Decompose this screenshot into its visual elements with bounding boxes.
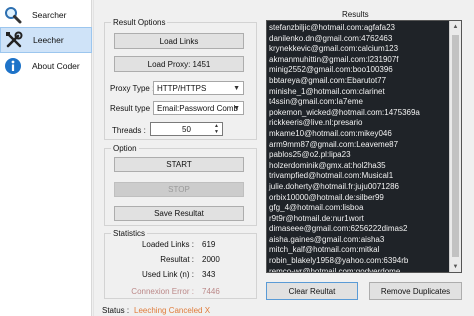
proxy-type-select[interactable]: HTTP/HTTPS ▼ <box>153 81 244 95</box>
chevron-down-icon: ▼ <box>233 105 240 112</box>
stat-resultat-label: Resultat : <box>160 255 194 264</box>
clear-resultat-button[interactable]: Clear Reultat <box>266 282 358 300</box>
threads-label: Threads : <box>112 126 146 135</box>
sidebar-item-label: Searcher <box>32 10 67 20</box>
start-button[interactable]: START <box>114 157 244 172</box>
group-title: Statistics <box>111 229 148 238</box>
result-line[interactable]: t4ssin@gmail.com:la7eme <box>267 97 449 108</box>
result-type-value: Email:Password Comb <box>157 103 238 113</box>
scroll-up-icon[interactable]: ▲ <box>450 21 461 32</box>
result-line[interactable]: orbix10000@hotmail.de:silber99 <box>267 193 449 204</box>
threads-value: 50 <box>182 124 191 134</box>
result-line[interactable]: dimaseee@gmail.com:6256222dimas2 <box>267 224 449 235</box>
stat-loaded-links-label: Loaded Links : <box>141 240 194 249</box>
result-line[interactable]: arm9mm87@gmail.com:Leaveme87 <box>267 140 449 151</box>
stat-used-link-value: 343 <box>202 270 216 279</box>
result-line[interactable]: minig2552@gmail.com:boo100396 <box>267 65 449 76</box>
result-line[interactable]: remco-wr@hotmail.com:godverdome <box>267 267 449 272</box>
result-line[interactable]: trivampfied@hotmail.com:Musical1 <box>267 171 449 182</box>
result-type-label: Result type : <box>110 104 155 113</box>
info-icon <box>3 56 23 76</box>
results-title: Results <box>342 10 369 19</box>
save-resultat-button[interactable]: Save Resultat <box>114 206 244 221</box>
status-value: Leeching Canceled X <box>134 306 211 315</box>
status-label: Status : <box>102 306 130 315</box>
stop-button[interactable]: STOP <box>114 182 244 197</box>
stat-loaded-links-value: 619 <box>202 240 216 249</box>
result-line[interactable]: rickkeeris@live.nl:presario <box>267 118 449 129</box>
load-links-button[interactable]: Load Links <box>114 33 244 49</box>
threads-stepper[interactable]: 50 ▲ ▼ <box>150 122 223 136</box>
results-lines: stefanzbiljic@hotmail.com:agfafa23 danile… <box>267 23 449 272</box>
results-scrollbar[interactable]: ▲ ▼ <box>449 21 461 272</box>
load-proxy-button[interactable]: Load Proxy: 1451 <box>114 56 244 72</box>
result-line[interactable]: mitch_kalf@hotmail.com:mitkal <box>267 245 449 256</box>
magnifier-icon <box>3 5 23 25</box>
results-list[interactable]: stefanzbiljic@hotmail.com:agfafa23 danile… <box>266 20 462 273</box>
result-type-select[interactable]: Email:Password Comb ▼ <box>153 101 244 115</box>
remove-duplicates-button[interactable]: Remove Duplicates <box>369 282 462 300</box>
result-line[interactable]: akmanmuhittin@gmail.com:l231907f <box>267 55 449 66</box>
sidebar: Searcher Leecher About Coder <box>0 0 92 316</box>
result-line[interactable]: krynekkevic@gmail.com:calcium123 <box>267 44 449 55</box>
stepper-arrows-icon[interactable]: ▲ ▼ <box>212 123 221 135</box>
result-line[interactable]: stefanzbiljic@hotmail.com:agfafa23 <box>267 23 449 34</box>
scroll-down-icon[interactable]: ▼ <box>450 261 461 272</box>
sidebar-item-searcher[interactable]: Searcher <box>0 2 92 28</box>
chevron-down-icon: ▼ <box>233 85 240 92</box>
proxy-type-value: HTTP/HTTPS <box>157 83 207 93</box>
result-line[interactable]: julie.doherty@hotmail.fr:juju0071286 <box>267 182 449 193</box>
result-line[interactable]: aisha.gaines@gmail.com:aisha3 <box>267 235 449 246</box>
result-line[interactable]: bbtareya@gmail.com:Ebarutot77 <box>267 76 449 87</box>
sidebar-item-about-coder[interactable]: About Coder <box>0 53 92 79</box>
result-line[interactable]: r9t9r@hotmail.de:nur1wort <box>267 214 449 225</box>
sidebar-item-label: Leecher <box>33 35 64 45</box>
result-line[interactable]: mkame10@hotmail.com:mikey046 <box>267 129 449 140</box>
result-line[interactable]: pokemon_wicked@hotmail.com:1475369a <box>267 108 449 119</box>
stat-resultat-value: 2000 <box>202 255 220 264</box>
result-line[interactable]: minishe_1@hotmail.com:clarinet <box>267 87 449 98</box>
sidebar-item-leecher[interactable]: Leecher <box>0 27 92 53</box>
result-line[interactable]: gfg_4@hotmail.com:lisboa <box>267 203 449 214</box>
group-title: Result Options <box>111 18 168 27</box>
stat-connexion-error-label: Connexion Error : <box>131 287 194 296</box>
scroll-thumb[interactable] <box>452 35 459 257</box>
tools-icon <box>4 30 24 50</box>
stat-used-link-label: Used Link (n) : <box>141 270 194 279</box>
group-title: Option <box>111 144 139 153</box>
result-line[interactable]: holzerdominik@gmx.at:hol2ha35 <box>267 161 449 172</box>
stat-connexion-error-value: 7446 <box>202 287 220 296</box>
result-line[interactable]: robin_blakely1958@yahoo.com:6394rb <box>267 256 449 267</box>
proxy-type-label: Proxy Type : <box>110 84 155 93</box>
sidebar-item-label: About Coder <box>32 61 80 71</box>
result-line[interactable]: pablos25@o2.pl:lipa23 <box>267 150 449 161</box>
result-line[interactable]: danilenko.dn@gmail.com:4762463 <box>267 34 449 45</box>
